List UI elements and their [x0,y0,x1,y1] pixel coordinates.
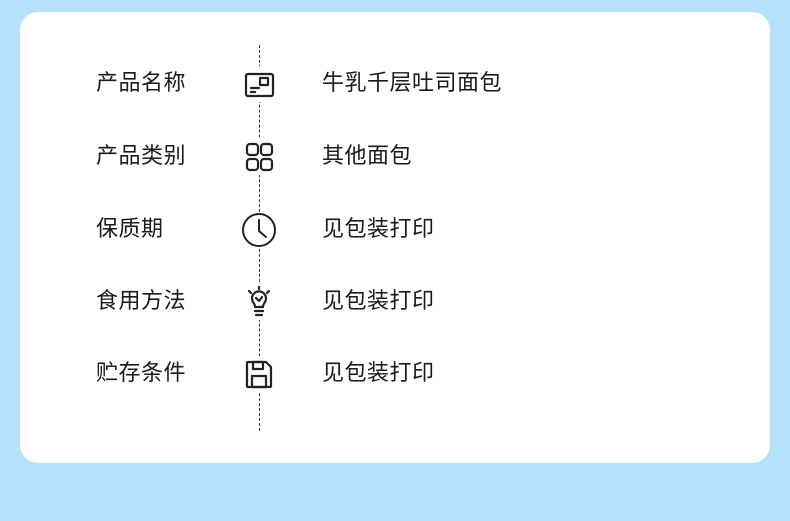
save-icon [241,356,277,392]
row-label: 贮存条件 [96,361,187,386]
row-label: 食用方法 [96,289,187,314]
info-row-storage: 贮存条件 见包装打印 [20,352,770,396]
info-row-shelf-life: 保质期 见包装打印 [20,208,770,252]
lightbulb-icon [241,284,277,320]
category-grid-icon [241,139,277,175]
row-value: 牛乳千层吐司面包 [322,71,503,96]
row-value: 其他面包 [322,144,413,169]
product-info-card: 产品名称 牛乳千层吐司面包 产品类别 其他面包 保质期 见包装打印 食用方法 见… [20,12,770,463]
row-value: 见包装打印 [322,289,435,314]
info-row-name: 产品名称 牛乳千层吐司面包 [20,62,770,106]
info-row-usage: 食用方法 见包装打印 [20,280,770,324]
row-label: 产品类别 [96,144,187,169]
info-row-category: 产品类别 其他面包 [20,135,770,179]
row-value: 见包装打印 [322,217,435,242]
clock-icon [241,212,277,248]
row-label: 产品名称 [96,71,187,96]
id-card-icon [241,66,277,102]
row-value: 见包装打印 [322,361,435,386]
row-label: 保质期 [96,217,164,242]
